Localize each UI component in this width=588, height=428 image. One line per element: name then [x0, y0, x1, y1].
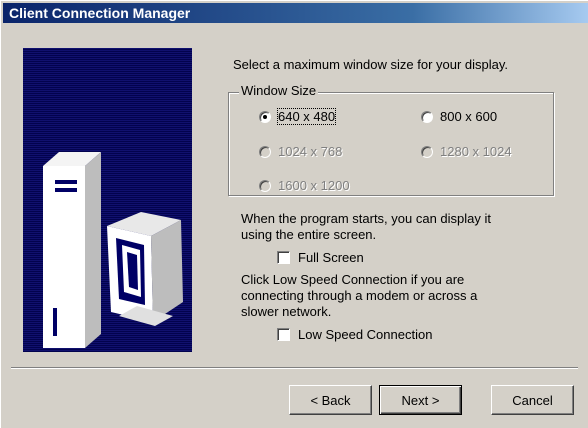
full-screen-checkbox[interactable]: Full Screen	[277, 250, 364, 265]
checkbox-unchecked-icon	[277, 251, 290, 264]
radio-800x600-label: 800 x 600	[440, 109, 498, 124]
radio-unselected-icon	[259, 145, 271, 158]
cancel-button[interactable]: Cancel	[491, 385, 574, 415]
radio-1280x1024-label: 1280 x 1024	[440, 144, 512, 159]
radio-640x480-label: 640 x 480	[276, 108, 337, 125]
radio-1024x768-label: 1024 x 768	[278, 144, 343, 159]
title-bar[interactable]: Client Connection Manager	[3, 3, 588, 23]
low-speed-description-line1: Click Low Speed Connection if you are	[241, 272, 465, 287]
radio-unselected-icon	[421, 145, 433, 158]
computer-illustration-icon	[43, 152, 183, 348]
radio-1280x1024: 1280 x 1024	[421, 144, 512, 159]
radio-1600x1200: 1600 x 1200	[259, 178, 350, 193]
radio-800x600[interactable]: 800 x 600	[421, 109, 497, 124]
low-speed-connection-label: Low Speed Connection	[298, 327, 433, 342]
low-speed-description-line2: connecting through a modem or across a	[241, 288, 478, 303]
client-connection-manager-window: Client Connection Manager Select a maxim…	[0, 0, 588, 428]
low-speed-description-line3: slower network.	[241, 304, 332, 319]
radio-1600x1200-label: 1600 x 1200	[278, 178, 350, 193]
window-size-legend: Window Size	[239, 83, 319, 98]
window-size-prompt: Select a maximum window size for your di…	[233, 57, 509, 72]
full-screen-description-line1: When the program starts, you can display…	[241, 211, 492, 226]
full-screen-description-line2: using the entire screen.	[241, 227, 377, 242]
wizard-illustration	[23, 48, 192, 352]
button-separator	[11, 367, 578, 369]
full-screen-label: Full Screen	[298, 250, 364, 265]
radio-1024x768: 1024 x 768	[259, 144, 342, 159]
radio-unselected-icon	[421, 110, 433, 123]
radio-640x480[interactable]: 640 x 480	[259, 108, 337, 125]
radio-selected-icon	[259, 110, 271, 123]
checkbox-unchecked-icon	[277, 328, 290, 341]
next-button[interactable]: Next >	[379, 385, 462, 415]
radio-unselected-icon	[259, 179, 271, 192]
window-title: Client Connection Manager	[9, 5, 191, 21]
low-speed-connection-checkbox[interactable]: Low Speed Connection	[277, 327, 432, 342]
back-button[interactable]: < Back	[289, 385, 372, 415]
